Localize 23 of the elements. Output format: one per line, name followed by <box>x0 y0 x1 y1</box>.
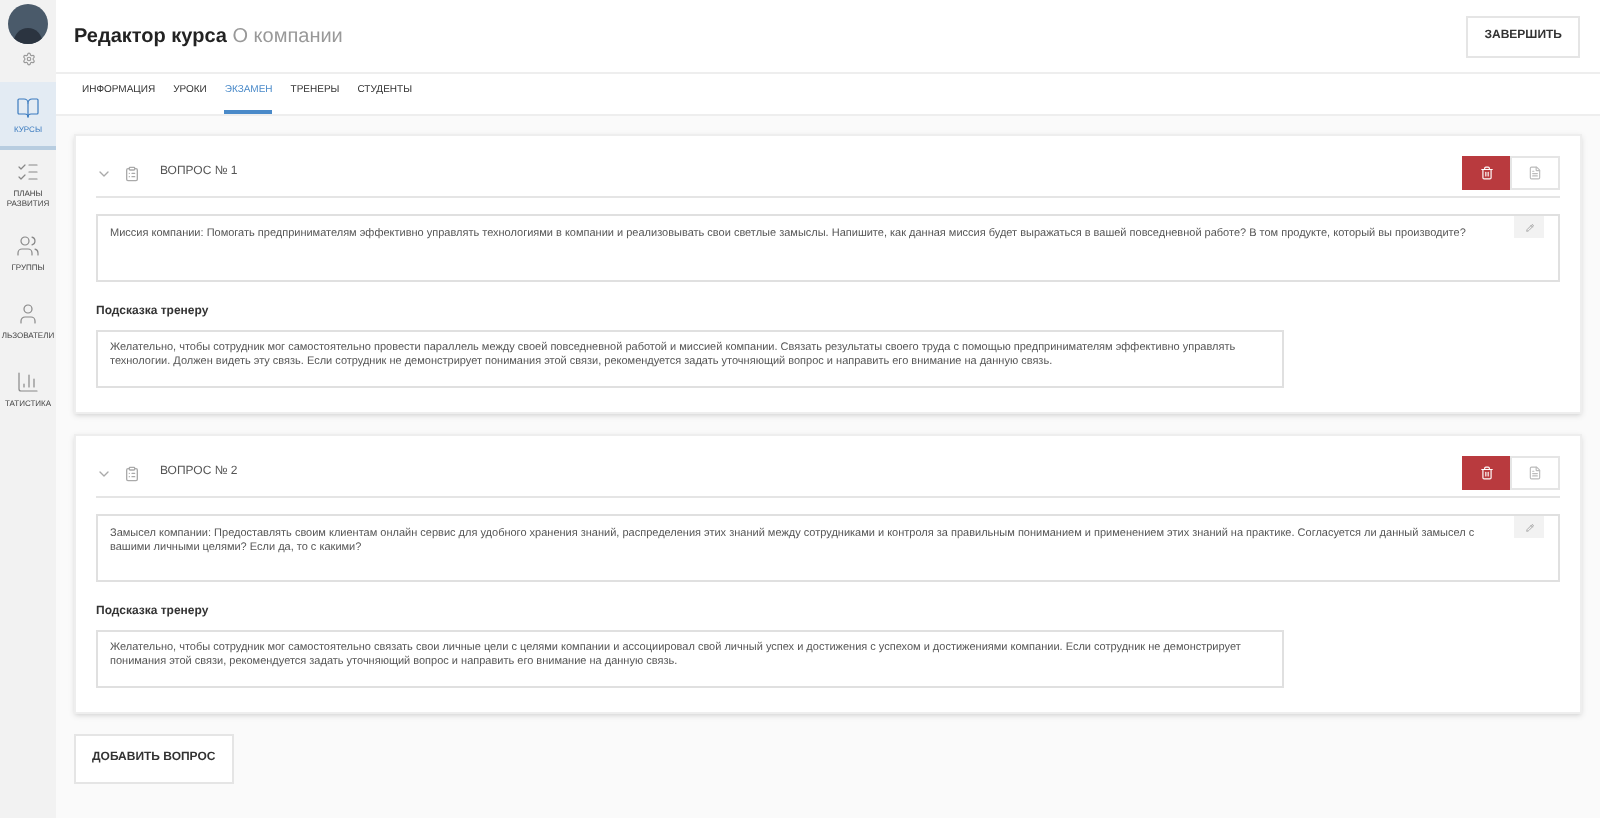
bar-chart-icon <box>16 369 40 393</box>
clipboard-icon <box>124 465 140 481</box>
people-icon <box>16 233 40 257</box>
delete-button[interactable] <box>1462 456 1510 490</box>
book-icon <box>16 95 40 119</box>
hint-field[interactable] <box>96 630 1284 688</box>
trash-icon <box>1479 166 1493 180</box>
settings-icon[interactable] <box>21 52 35 66</box>
pencil-icon <box>1525 223 1533 231</box>
user-icon <box>16 301 40 325</box>
clipboard-icon <box>124 165 140 181</box>
document-icon <box>1528 166 1542 180</box>
trash-icon <box>1479 466 1493 480</box>
delete-button[interactable] <box>1462 156 1510 190</box>
checklist-icon <box>16 160 40 184</box>
avatar[interactable] <box>8 4 48 44</box>
document-icon <box>1528 466 1542 480</box>
course-name: О компании <box>232 25 343 47</box>
page-title: Редактор курса <box>74 25 227 47</box>
hint-field[interactable] <box>96 330 1284 388</box>
pencil-icon <box>1525 523 1533 531</box>
question-field[interactable] <box>96 514 1560 582</box>
question-field[interactable] <box>96 214 1560 282</box>
